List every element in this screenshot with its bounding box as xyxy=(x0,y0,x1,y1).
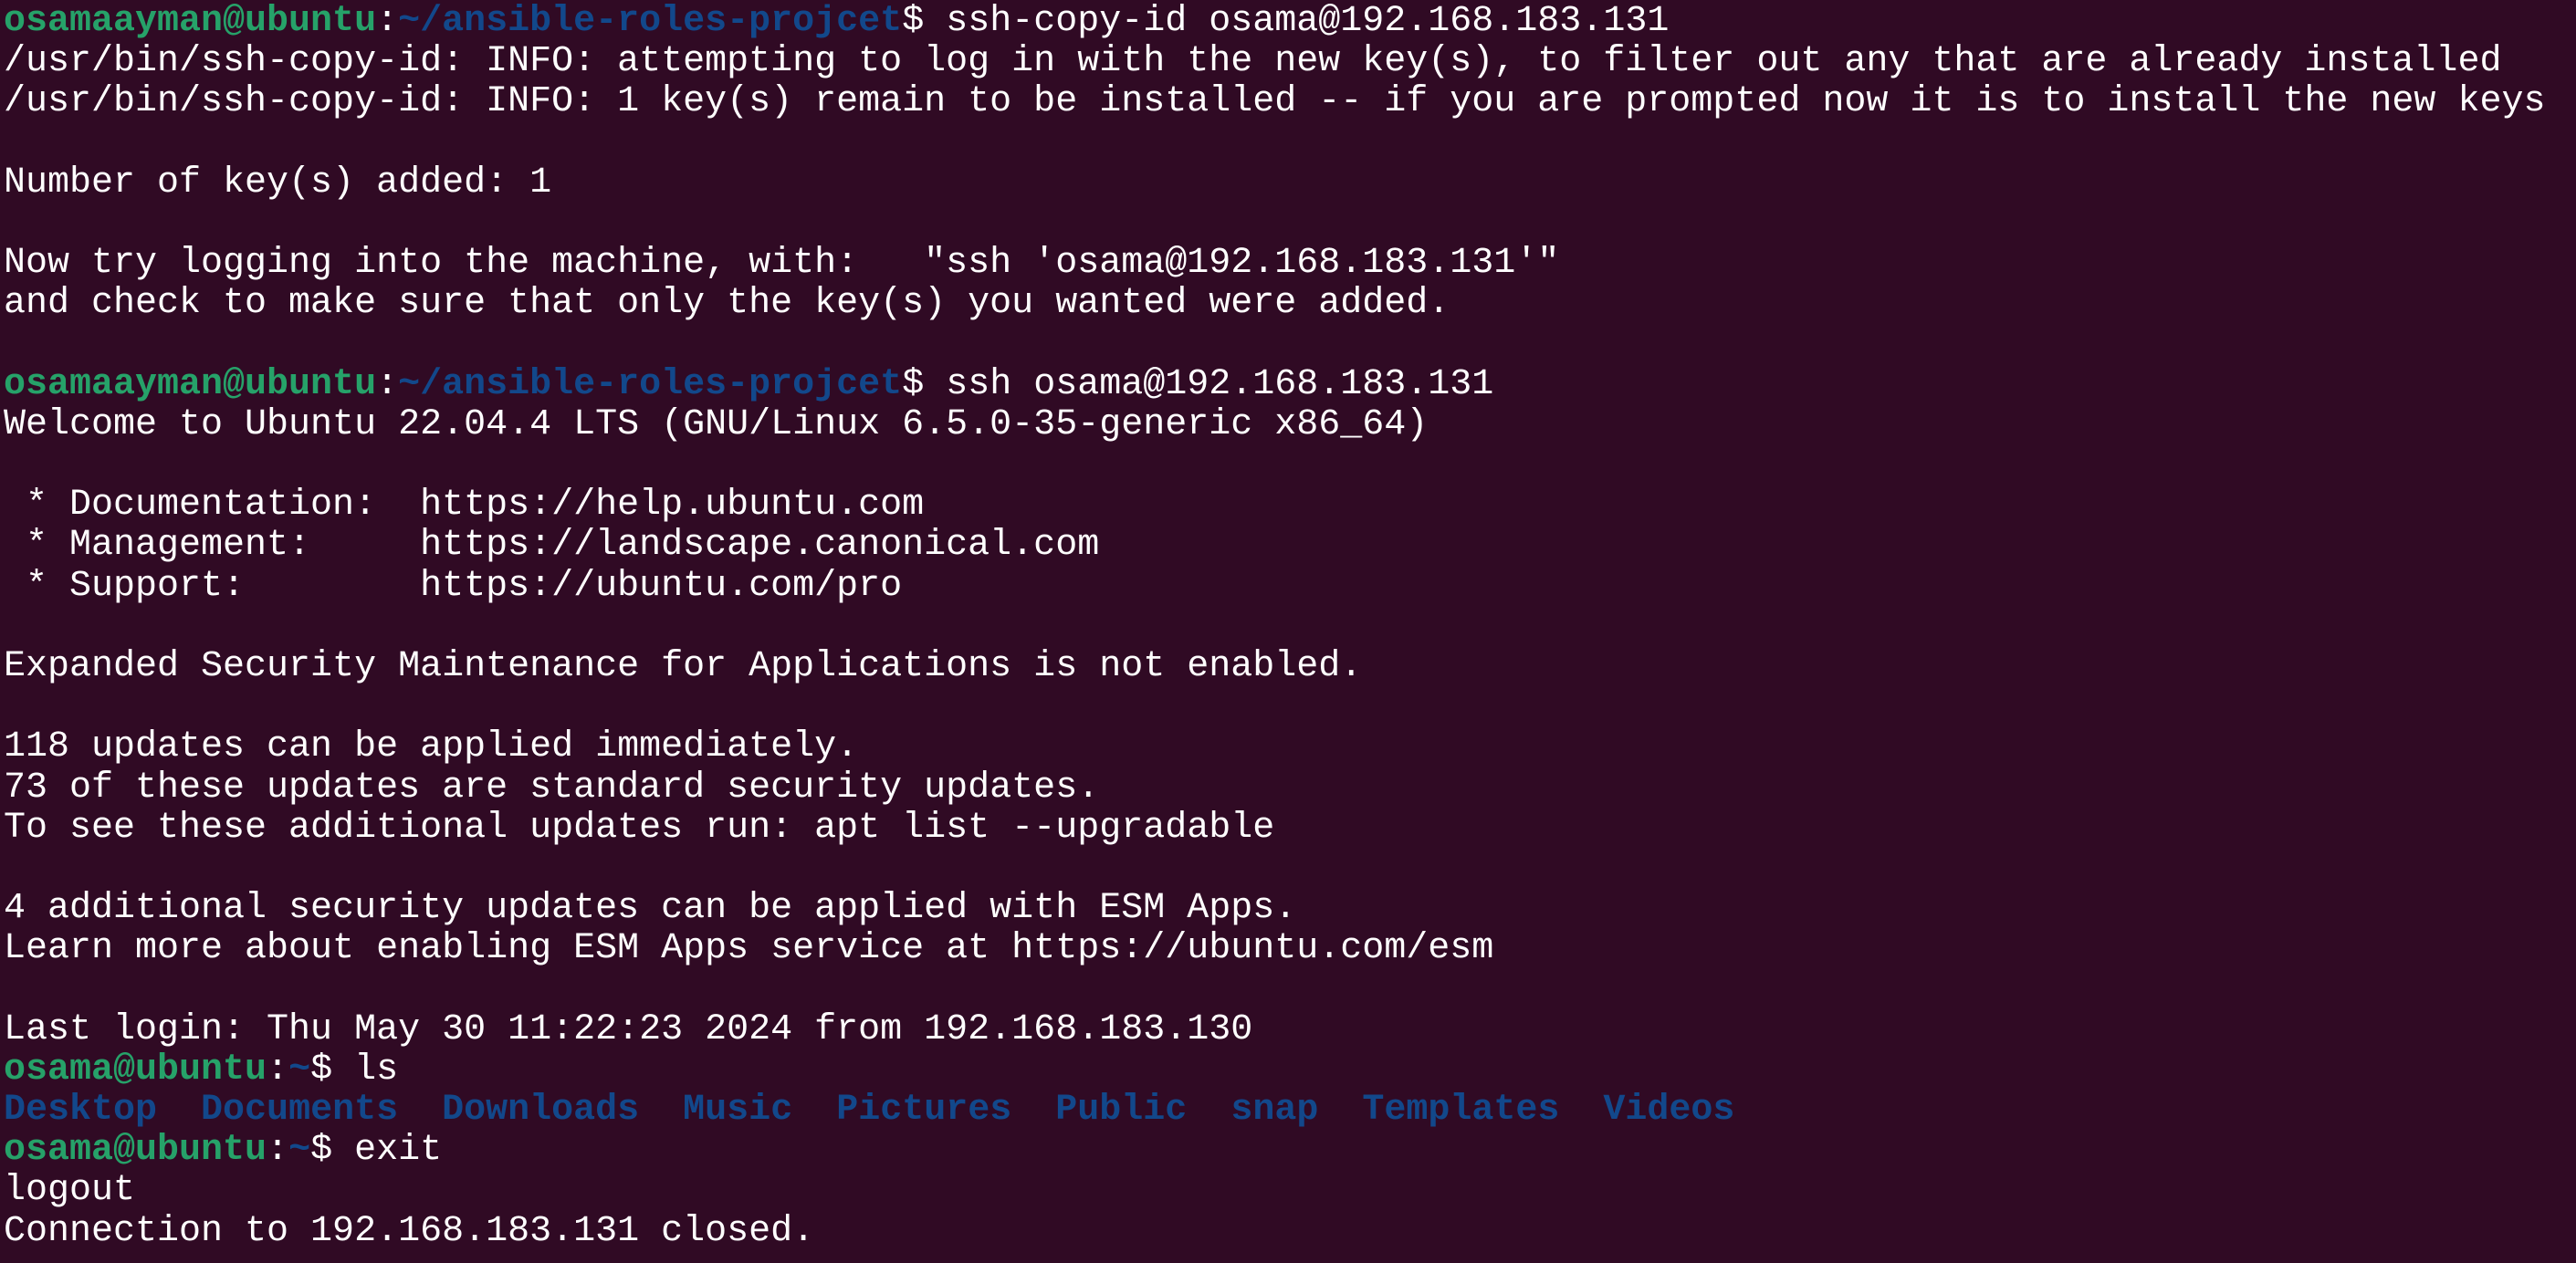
terminal-line: Welcome to Ubuntu 22.04.4 LTS (GNU/Linux… xyxy=(4,403,2576,445)
terminal-line: osama@ubuntu:~$ exit xyxy=(4,1131,2576,1171)
directory-entry: Templates xyxy=(1362,1090,1560,1132)
terminal-line: Desktop Documents Downloads Music Pictur… xyxy=(4,1090,2576,1132)
terminal-line: * Documentation: https://help.ubuntu.com xyxy=(4,485,2576,526)
terminal-line: 73 of these updates are standard securit… xyxy=(4,767,2576,809)
directory-entry: Desktop xyxy=(4,1090,158,1132)
output-text: Last login: Thu May 30 11:22:23 2024 fro… xyxy=(4,1008,1253,1050)
output-text: To see these additional updates run: apt… xyxy=(4,807,1275,849)
terminal-line: and check to make sure that only the key… xyxy=(4,284,2576,324)
output-text: 73 of these updates are standard securit… xyxy=(4,767,1100,809)
directory-entry: Pictures xyxy=(836,1090,1012,1132)
terminal-line: 118 updates can be applied immediately. xyxy=(4,727,2576,767)
prompt-path: ~/ansible-roles-projcet xyxy=(398,363,903,405)
prompt-user: osama@ubuntu xyxy=(4,1049,267,1091)
output-text: 4 additional security updates can be app… xyxy=(4,888,1297,930)
terminal-line: Expanded Security Maintenance for Applic… xyxy=(4,646,2576,687)
prompt-path: ~ xyxy=(288,1130,311,1172)
output-text: $ ssh osama@192.168.183.131 xyxy=(902,363,1494,405)
terminal-output[interactable]: osamaayman@ubuntu:~/ansible-roles-projce… xyxy=(4,1,2576,1263)
prompt-user: osama@ubuntu xyxy=(4,1130,267,1172)
output-text: : xyxy=(376,363,399,405)
terminal-line: * Support: https://ubuntu.com/pro xyxy=(4,565,2576,607)
output-text: Expanded Security Maintenance for Applic… xyxy=(4,646,1363,687)
output-text: 118 updates can be applied immediately. xyxy=(4,726,859,768)
output-text: Now try logging into the machine, with: … xyxy=(4,243,1560,285)
terminal-line: Number of key(s) added: 1 xyxy=(4,162,2576,204)
output-text: * Support: https://ubuntu.com/pro xyxy=(4,565,903,607)
output-text: : xyxy=(267,1130,289,1172)
terminal-line: /usr/bin/ssh-copy-id: INFO: 1 key(s) rem… xyxy=(4,82,2576,122)
terminal-line: /usr/bin/ssh-copy-id: INFO: attempting t… xyxy=(4,42,2576,82)
output-text: and check to make sure that only the key… xyxy=(4,283,1450,325)
terminal-line: To see these additional updates run: apt… xyxy=(4,807,2576,849)
output-text: : xyxy=(376,1,399,42)
prompt-user: osamaayman@ubuntu xyxy=(4,363,377,405)
output-text: : xyxy=(267,1049,289,1091)
directory-entry: Downloads xyxy=(442,1090,640,1132)
output-text: $ exit xyxy=(310,1130,443,1172)
directory-entry: Videos xyxy=(1603,1090,1735,1132)
terminal-line: Learn more about enabling ESM Apps servi… xyxy=(4,929,2576,969)
terminal-line: osama@ubuntu:~$ ls xyxy=(4,1049,2576,1091)
output-text: Number of key(s) added: 1 xyxy=(4,162,552,204)
terminal-line: Last login: Thu May 30 11:22:23 2024 fro… xyxy=(4,1008,2576,1050)
terminal-line: Connection to 192.168.183.131 closed. xyxy=(4,1210,2576,1252)
terminal-line: logout xyxy=(4,1171,2576,1211)
output-text: * Documentation: https://help.ubuntu.com xyxy=(4,485,925,527)
terminal-line: Now try logging into the machine, with: … xyxy=(4,244,2576,284)
terminal-line: 4 additional security updates can be app… xyxy=(4,889,2576,929)
directory-entry: Music xyxy=(683,1090,793,1132)
output-text: /usr/bin/ssh-copy-id: INFO: 1 key(s) rem… xyxy=(4,81,2546,123)
prompt-user: osamaayman@ubuntu xyxy=(4,1,377,42)
prompt-path: ~/ansible-roles-projcet xyxy=(398,1,903,42)
output-text: $ ls xyxy=(310,1049,399,1091)
terminal-line: * Management: https://landscape.canonica… xyxy=(4,526,2576,566)
output-text: Connection to 192.168.183.131 closed. xyxy=(4,1210,815,1252)
directory-entry: Documents xyxy=(201,1090,399,1132)
terminal-line: osamaayman@ubuntu:~/ansible-roles-projce… xyxy=(4,1,2576,42)
output-text: Welcome to Ubuntu 22.04.4 LTS (GNU/Linux… xyxy=(4,403,1429,445)
terminal-line: osamaayman@ubuntu:~/ansible-roles-projce… xyxy=(4,363,2576,405)
output-text: Learn more about enabling ESM Apps servi… xyxy=(4,928,1494,970)
prompt-path: ~ xyxy=(288,1049,311,1091)
output-text: /usr/bin/ssh-copy-id: INFO: attempting t… xyxy=(4,41,2502,83)
directory-entry: snap xyxy=(1230,1090,1319,1132)
output-text: * Management: https://landscape.canonica… xyxy=(4,525,1100,567)
output-text: $ ssh-copy-id osama@192.168.183.131 xyxy=(902,1,1670,42)
output-text: logout xyxy=(4,1170,136,1212)
directory-entry: Public xyxy=(1055,1090,1188,1132)
